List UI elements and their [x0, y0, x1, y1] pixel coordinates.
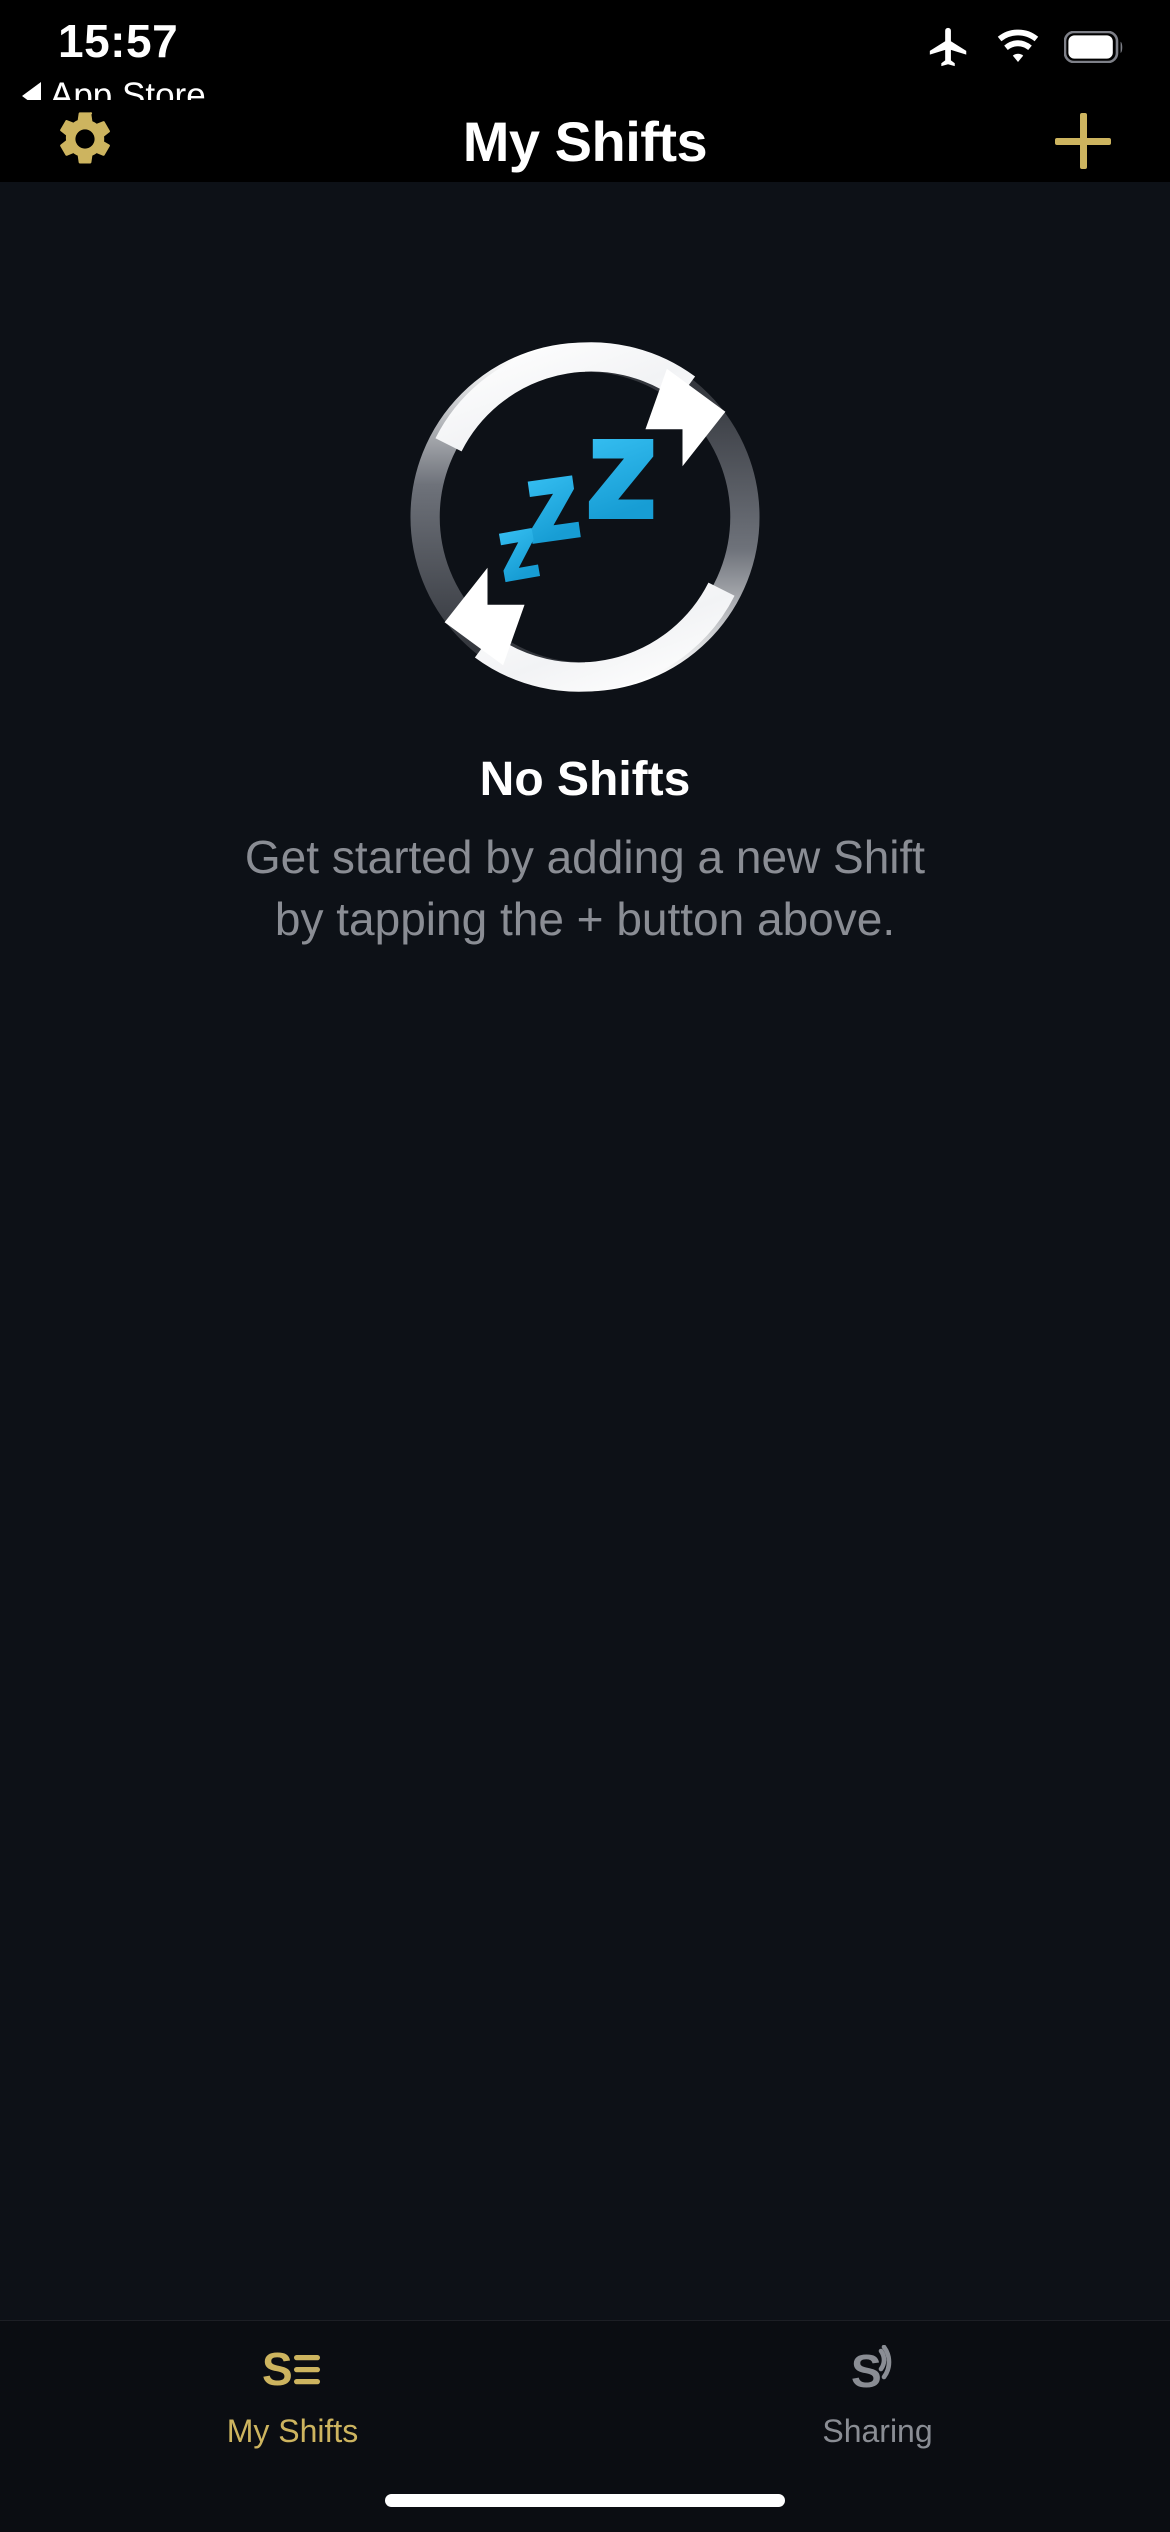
navigation-bar: My Shifts: [0, 100, 1170, 182]
shifts-list-icon: S: [262, 2339, 324, 2401]
home-indicator[interactable]: [385, 2494, 785, 2507]
battery-icon: [1063, 30, 1126, 68]
svg-text:S: S: [851, 2345, 882, 2395]
home-indicator-area: [0, 2480, 1170, 2532]
tab-my-shifts[interactable]: S My Shifts: [0, 2339, 585, 2450]
status-bar-indicators: [926, 24, 1126, 75]
airplane-mode-icon: [926, 24, 972, 75]
add-shift-button[interactable]: [1048, 106, 1118, 176]
sharing-broadcast-icon: S: [847, 2339, 909, 2401]
refresh-zzz-icon: [390, 322, 780, 712]
empty-state-subtitle: Get started by adding a new Shift by tap…: [244, 831, 926, 945]
main-content: No Shifts Get started by adding a new Sh…: [0, 182, 1170, 2320]
status-bar: 15:57 App Store: [0, 0, 1170, 116]
empty-state-title: No Shifts: [479, 753, 691, 806]
wifi-icon: [994, 29, 1042, 70]
plus-icon: [1055, 113, 1111, 169]
tab-my-shifts-label: My Shifts: [226, 2413, 359, 2449]
tab-sharing[interactable]: S Sharing: [585, 2339, 1170, 2450]
empty-state: No Shifts Get started by adding a new Sh…: [0, 322, 1170, 950]
svg-text:S: S: [262, 2345, 293, 2395]
settings-button[interactable]: [52, 108, 118, 174]
page-title: My Shifts: [462, 109, 708, 173]
tab-sharing-label: Sharing: [822, 2413, 933, 2449]
app-screen: 15:57 App Store My Shifts No Shifts Get …: [0, 0, 1170, 2532]
tab-bar: S My Shifts S Sharing: [0, 2320, 1170, 2480]
gear-icon: [53, 107, 117, 176]
status-bar-time: 15:57: [58, 15, 179, 67]
